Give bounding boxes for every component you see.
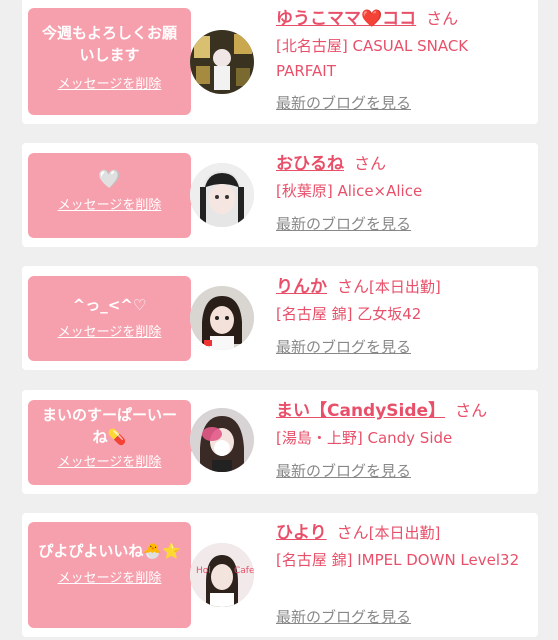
honorific: さん [354, 154, 387, 173]
cast-info: まい【CandySide】 さん [湯島・上野] Candy Side 最新のブロ… [276, 400, 531, 480]
latest-blog-link[interactable]: 最新のブログを見る [276, 460, 411, 481]
delete-message-link[interactable]: メッセージを削除 [36, 197, 183, 215]
favorite-card: 🤍 メッセージを削除 おひるね さん [秋葉原] Alice×Alice 最新のブ… [22, 143, 538, 247]
honorific: さん [336, 523, 369, 542]
avatar[interactable] [190, 30, 254, 94]
latest-blog-link[interactable]: 最新のブログを見る [276, 92, 411, 113]
cast-info: ひより さん[本日出勤] [名古屋 錦] IMPEL DOWN Level32 最… [276, 522, 531, 626]
shop-info: [湯島・上野] Candy Side [276, 429, 453, 447]
avatar[interactable] [190, 408, 254, 472]
cast-name-link[interactable]: りんか [276, 277, 327, 297]
delete-message-link[interactable]: メッセージを削除 [36, 76, 183, 94]
delete-message-link[interactable]: メッセージを削除 [36, 570, 183, 588]
cast-info: りんか さん[本日出勤] [名古屋 錦] 乙女坂42 最新のブログを見る [276, 276, 531, 356]
cast-info: ゆうこママ❤️ココ さん [北名古屋] CASUAL SNACK PARFAIT … [276, 8, 531, 112]
cast-name-link[interactable]: ひより [276, 523, 327, 543]
message-bubble: ぴよぴよいいね🐣⭐️ メッセージを削除 [28, 522, 200, 628]
latest-blog-link[interactable]: 最新のブログを見る [276, 606, 411, 627]
honorific: さん [337, 277, 370, 296]
message-bubble: ^っ_<^♡ メッセージを削除 [28, 276, 200, 361]
favorite-card: ^っ_<^♡ メッセージを削除 りんか さん[本日出勤] [名古屋 錦] 乙女坂4… [22, 266, 538, 370]
favorites-list: 今週もよろしくお願いします メッセージを削除 ゆうこママ❤️ココ さん [北名古屋… [0, 0, 558, 640]
cast-name-link[interactable]: ゆうこママ❤️ココ [276, 9, 416, 29]
cast-info: おひるね さん [秋葉原] Alice×Alice 最新のブログを見る [276, 153, 531, 233]
avatar[interactable] [190, 163, 254, 227]
message-bubble: 今週もよろしくお願いします メッセージを削除 [28, 8, 200, 115]
message-text: ^っ_<^♡ [72, 296, 147, 314]
latest-blog-link[interactable]: 最新のブログを見る [276, 213, 411, 234]
delete-message-link[interactable]: メッセージを削除 [36, 454, 183, 472]
svg-text:Cafe: Cafe [234, 566, 254, 576]
message-bubble: まいのすーぱーいーね💊 メッセージを削除 [28, 400, 200, 485]
shop-info: [北名古屋] CASUAL SNACK PARFAIT [276, 37, 469, 80]
svg-text:Hol: Hol [196, 566, 211, 576]
honorific: さん [455, 401, 488, 420]
message-text: 🤍 [98, 169, 121, 190]
delete-message-link[interactable]: メッセージを削除 [36, 324, 183, 342]
message-text: 今週もよろしくお願いします [41, 24, 177, 64]
latest-blog-link[interactable]: 最新のブログを見る [276, 336, 411, 357]
avatar[interactable] [190, 286, 254, 350]
favorite-card: 今週もよろしくお願いします メッセージを削除 ゆうこママ❤️ココ さん [北名古屋… [22, 0, 538, 124]
cast-name-link[interactable]: おひるね [276, 154, 344, 174]
honorific: さん [426, 9, 459, 28]
attendance-status: [本日出勤] [368, 524, 441, 542]
favorite-card: ぴよぴよいいね🐣⭐️ メッセージを削除 Hol Cafe ひより さん[本日出勤]… [22, 513, 538, 637]
message-text: まいのすーぱーいーね💊 [41, 406, 177, 446]
message-bubble: 🤍 メッセージを削除 [28, 153, 200, 238]
cast-name-link[interactable]: まい【CandySide】 [276, 401, 445, 421]
shop-info: [秋葉原] Alice×Alice [276, 182, 423, 200]
message-text: ぴよぴよいいね🐣⭐️ [38, 542, 181, 560]
shop-info: [名古屋 錦] 乙女坂42 [276, 305, 422, 323]
avatar[interactable]: Hol Cafe [190, 543, 254, 607]
favorite-card: まいのすーぱーいーね💊 メッセージを削除 まい【CandySide】 さん [湯島… [22, 390, 538, 494]
shop-info: [名古屋 錦] IMPEL DOWN Level32 [276, 551, 520, 569]
attendance-status: [本日出勤] [369, 278, 441, 296]
